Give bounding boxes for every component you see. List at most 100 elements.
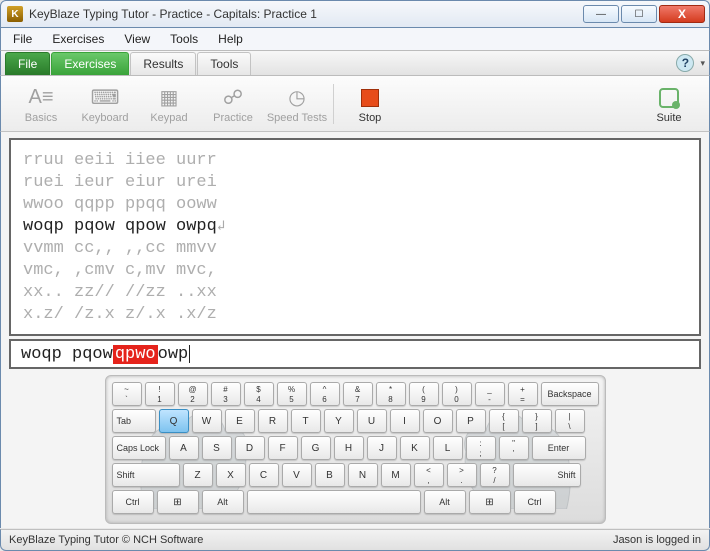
menu-tools[interactable]: Tools [162, 30, 206, 48]
key-6[interactable]: ^6 [310, 382, 340, 406]
key-I[interactable]: I [390, 409, 420, 433]
key--[interactable]: _- [475, 382, 505, 406]
key-.[interactable]: >. [447, 463, 477, 487]
key-T[interactable]: T [291, 409, 321, 433]
key-C[interactable]: C [249, 463, 279, 487]
key-M[interactable]: M [381, 463, 411, 487]
keyboard-icon: ⌨ [73, 84, 137, 112]
tab-file[interactable]: File [5, 52, 50, 75]
key-shift-left[interactable]: Shift [112, 463, 180, 487]
key-ctrl-left[interactable]: Ctrl [112, 490, 154, 514]
typed-error: qpwo [113, 345, 158, 364]
key-B[interactable]: B [315, 463, 345, 487]
key-`[interactable]: ~` [112, 382, 142, 406]
maximize-button[interactable]: ☐ [621, 5, 657, 23]
key-X[interactable]: X [216, 463, 246, 487]
key-W[interactable]: W [192, 409, 222, 433]
key-7[interactable]: &7 [343, 382, 373, 406]
practice-line: vmc, ,cmv c,mv mvc, [23, 260, 687, 282]
key-,[interactable]: <, [414, 463, 444, 487]
tool-keypad: ▦ Keypad [137, 84, 201, 124]
menu-file[interactable]: File [5, 30, 40, 48]
key-3[interactable]: #3 [211, 382, 241, 406]
practice-line: xx.. zz// //zz ..xx [23, 282, 687, 304]
key-enter[interactable]: Enter [532, 436, 586, 460]
tool-stop[interactable]: Stop [338, 84, 402, 124]
key-0[interactable]: )0 [442, 382, 472, 406]
key-capslock[interactable]: Caps Lock [112, 436, 166, 460]
key-F[interactable]: F [268, 436, 298, 460]
key-S[interactable]: S [202, 436, 232, 460]
help-dropdown-icon[interactable]: ▾ [700, 58, 705, 69]
key-alt-right[interactable]: Alt [424, 490, 466, 514]
tool-practice: ☍ Practice [201, 84, 265, 124]
typing-input[interactable]: woqp pqow qpwo owp [9, 339, 701, 369]
keyboard-area: ~`!1@2#3$4%5^6&7*8(9)0_-+=Backspace TabQW… [9, 375, 701, 524]
app-icon: K [7, 6, 23, 22]
menu-exercises[interactable]: Exercises [44, 30, 112, 48]
key-shift-right[interactable]: Shift [513, 463, 581, 487]
close-button[interactable]: X [659, 5, 705, 23]
key-U[interactable]: U [357, 409, 387, 433]
key-L[interactable]: L [433, 436, 463, 460]
key-E[interactable]: E [225, 409, 255, 433]
key-backspace[interactable]: Backspace [541, 382, 599, 406]
return-icon: ↲ [217, 219, 225, 235]
virtual-keyboard: ~`!1@2#3$4%5^6&7*8(9)0_-+=Backspace TabQW… [105, 375, 606, 524]
key-ctrl-right[interactable]: Ctrl [514, 490, 556, 514]
key-G[interactable]: G [301, 436, 331, 460]
menu-view[interactable]: View [116, 30, 158, 48]
key-R[interactable]: R [258, 409, 288, 433]
help-button[interactable]: ? [676, 54, 694, 72]
key-=[interactable]: += [508, 382, 538, 406]
ribbon-tabstrip: File Exercises Results Tools ? ▾ [0, 50, 710, 76]
window-title: KeyBlaze Typing Tutor - Practice - Capit… [29, 7, 581, 21]
key-O[interactable]: O [423, 409, 453, 433]
key-8[interactable]: *8 [376, 382, 406, 406]
text-cursor [189, 345, 190, 363]
key-win-left[interactable]: ⊞ [157, 490, 199, 514]
key-4[interactable]: $4 [244, 382, 274, 406]
key-5[interactable]: %5 [277, 382, 307, 406]
key-tab[interactable]: Tab [112, 409, 156, 433]
key-Q[interactable]: Q [159, 409, 189, 433]
key-2[interactable]: @2 [178, 382, 208, 406]
key-Z[interactable]: Z [183, 463, 213, 487]
key-N[interactable]: N [348, 463, 378, 487]
tab-results[interactable]: Results [130, 52, 196, 75]
key-\[interactable]: |\ [555, 409, 585, 433]
key-Y[interactable]: Y [324, 409, 354, 433]
key-space[interactable] [247, 490, 421, 514]
practice-line: vvmm cc,, ,,cc mmvv [23, 238, 687, 260]
tab-tools[interactable]: Tools [197, 52, 251, 75]
key-V[interactable]: V [282, 463, 312, 487]
key-D[interactable]: D [235, 436, 265, 460]
menu-help[interactable]: Help [210, 30, 251, 48]
key-9[interactable]: (9 [409, 382, 439, 406]
key-win-right[interactable]: ⊞ [469, 490, 511, 514]
key-1[interactable]: !1 [145, 382, 175, 406]
practice-text-box: rruu eeii iiee uurrruei ieur eiur ureiww… [9, 138, 701, 336]
key-;[interactable]: :; [466, 436, 496, 460]
tab-exercises[interactable]: Exercises [51, 52, 129, 75]
practice-line: rruu eeii iiee uurr [23, 150, 687, 172]
key-alt-left[interactable]: Alt [202, 490, 244, 514]
titlebar: K KeyBlaze Typing Tutor - Practice - Cap… [0, 0, 710, 28]
key-'[interactable]: "' [499, 436, 529, 460]
key-K[interactable]: K [400, 436, 430, 460]
minimize-button[interactable]: — [583, 5, 619, 23]
practice-line: wwoo qqpp ppqq ooww [23, 194, 687, 216]
key-J[interactable]: J [367, 436, 397, 460]
typed-correct: woqp pqow [21, 345, 113, 364]
key-[[interactable]: {[ [489, 409, 519, 433]
key-/[interactable]: ?/ [480, 463, 510, 487]
practice-icon: ☍ [201, 84, 265, 112]
speedtests-icon: ◷ [265, 84, 329, 112]
tool-suite[interactable]: Suite [637, 84, 701, 124]
key-H[interactable]: H [334, 436, 364, 460]
key-A[interactable]: A [169, 436, 199, 460]
menubar: File Exercises View Tools Help [0, 28, 710, 50]
practice-line: x.z/ /z.x z/.x .x/z [23, 304, 687, 326]
key-][interactable]: }] [522, 409, 552, 433]
key-P[interactable]: P [456, 409, 486, 433]
